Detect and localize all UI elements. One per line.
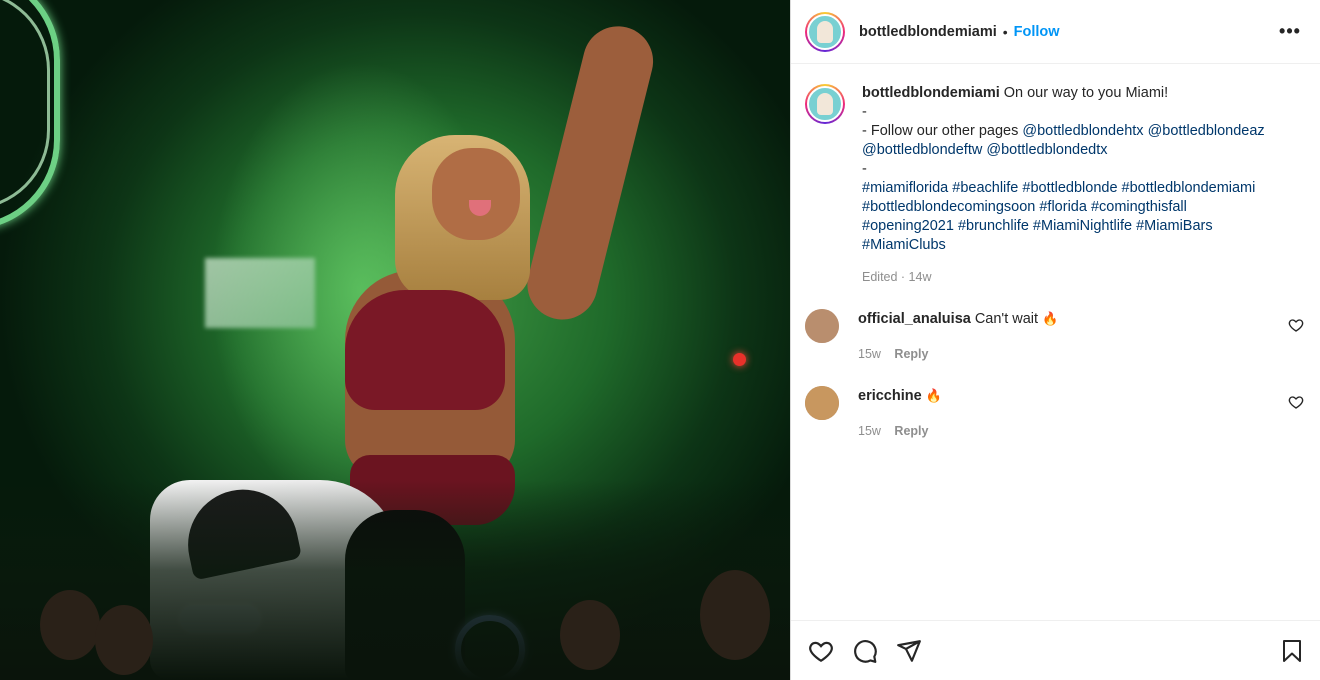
action-bar — [791, 620, 1320, 680]
comment-time: 15w — [858, 424, 881, 438]
like-heart-icon[interactable] — [807, 637, 835, 665]
comment-text-line: official_analuisa Can't wait 🔥 — [858, 309, 1304, 329]
hashtag-line[interactable]: #MiamiClubs — [862, 236, 1304, 255]
post-viewer: bottledblondemiami • Follow ••• bottledb… — [0, 0, 1320, 680]
bookmark-icon[interactable] — [1278, 637, 1306, 665]
header-username[interactable]: bottledblondemiami — [859, 24, 997, 40]
comment-item: official_analuisa Can't wait 🔥 15w Reply — [805, 309, 1304, 364]
comment-meta: 15w Reply — [858, 422, 1304, 441]
post-photo[interactable] — [0, 0, 790, 680]
avatar-image — [807, 86, 843, 122]
caption-meta: Edited · 14w — [862, 270, 932, 284]
dancer-face — [432, 148, 520, 240]
avatar-image — [807, 13, 843, 50]
background-screen — [205, 258, 315, 328]
follow-button[interactable]: Follow — [1014, 24, 1060, 40]
comment-username[interactable]: ericchine — [858, 388, 922, 404]
hashtag-line[interactable]: #miamiflorida #beachlife #bottledblonde … — [862, 179, 1304, 198]
caption-first-line: bottledblondemiami On our way to you Miam… — [862, 84, 1304, 103]
crowd-head — [560, 600, 620, 670]
caption-line: @bottledblondeftw @bottledblondedtx — [862, 141, 1304, 160]
caption-line: - — [862, 161, 867, 177]
comment-item: ericchine 🔥 15w Reply — [805, 386, 1304, 441]
comments-section: bottledblondemiami On our way to you Miam… — [791, 64, 1320, 620]
mention-link[interactable]: @bottledblondeaz — [1148, 123, 1265, 139]
more-options-icon[interactable]: ••• — [1276, 18, 1304, 46]
crowd-head — [95, 605, 153, 675]
hashtag-line[interactable]: #opening2021 #brunchlife #MiamiNightlife… — [862, 217, 1304, 236]
crowd-head — [700, 570, 770, 660]
post-header: bottledblondemiami • Follow ••• — [791, 0, 1320, 64]
comment-username[interactable]: official_analuisa — [858, 311, 971, 327]
caption-line: - — [862, 104, 867, 120]
paper-plane-icon[interactable] — [895, 637, 923, 665]
commenter-avatar[interactable] — [805, 309, 839, 343]
reply-button[interactable]: Reply — [894, 347, 928, 361]
caption: bottledblondemiami On our way to you Miam… — [805, 84, 1304, 287]
fire-emoji: 🔥 — [925, 388, 942, 403]
raised-arm — [520, 18, 661, 327]
comment-like-heart-icon[interactable] — [1288, 394, 1304, 410]
mention-link[interactable]: @bottledblondehtx — [1022, 123, 1143, 139]
header-separator: • — [1002, 23, 1008, 40]
comment-icon[interactable] — [851, 637, 879, 665]
caption-body: bottledblondemiami On our way to you Miam… — [862, 84, 1304, 287]
caption-username[interactable]: bottledblondemiami — [862, 85, 1000, 101]
caption-avatar[interactable] — [805, 84, 845, 124]
comment-like-heart-icon[interactable] — [1288, 317, 1304, 333]
red-light — [733, 353, 746, 366]
crowd-head — [40, 590, 100, 660]
post-sidebar: bottledblondemiami • Follow ••• bottledb… — [790, 0, 1320, 680]
caption-text: On our way to you Miami! — [1003, 85, 1169, 101]
comment-body: official_analuisa Can't wait 🔥 15w Reply — [858, 309, 1304, 364]
mention-link[interactable]: @bottledblondedtx — [986, 142, 1107, 158]
reply-button[interactable]: Reply — [894, 424, 928, 438]
caption-line: - Follow our other pages @bottledblondeh… — [862, 123, 1265, 139]
comment-text: Can't wait — [974, 311, 1039, 327]
comment-meta: 15w Reply — [858, 345, 1304, 364]
mention-link[interactable]: @bottledblondeftw — [862, 142, 982, 158]
avatar-image — [805, 309, 839, 343]
comment-text-line: ericchine 🔥 — [858, 386, 1304, 406]
fire-emoji: 🔥 — [1042, 311, 1059, 326]
hashtag-line[interactable]: #bottledblondecomingsoon #florida #comin… — [862, 198, 1304, 217]
avatar[interactable] — [805, 11, 845, 52]
avatar-image — [805, 386, 839, 420]
commenter-avatar[interactable] — [805, 386, 839, 420]
comment-body: ericchine 🔥 15w Reply — [858, 386, 1304, 441]
comment-time: 15w — [858, 347, 881, 361]
red-lace-top — [345, 290, 505, 410]
